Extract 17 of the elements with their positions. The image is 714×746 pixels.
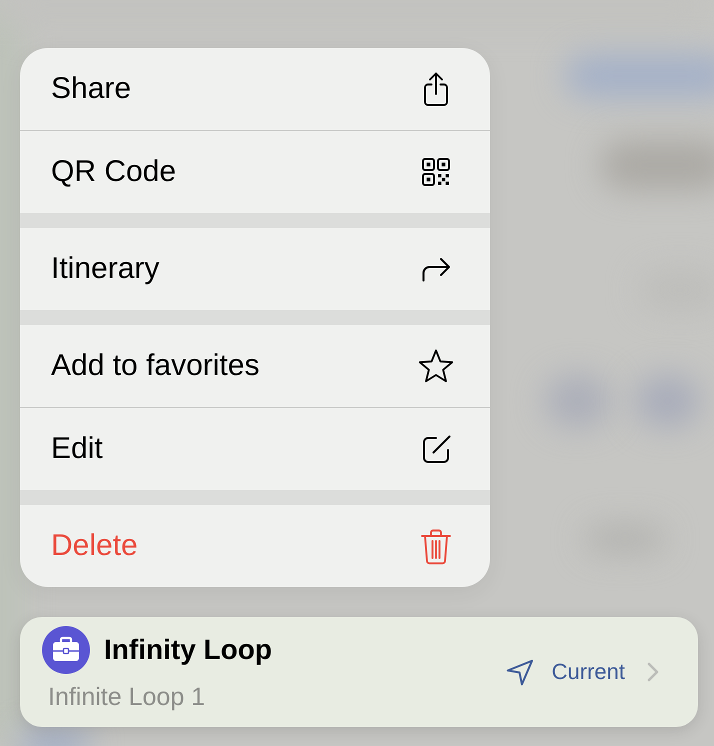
- menu-item[interactable]: Edit: [20, 408, 490, 490]
- menu-item[interactable]: QR Code: [20, 131, 490, 213]
- place-title: Infinity Loop: [104, 633, 272, 667]
- menu-item[interactable]: Share: [20, 48, 490, 130]
- star-icon: [418, 349, 454, 383]
- briefcase-icon: [42, 626, 90, 674]
- menu-item[interactable]: Itinerary: [20, 228, 490, 310]
- pencil-square-icon: [420, 434, 452, 464]
- curved-arrow-icon: [421, 256, 451, 282]
- place-address: Infinite Loop 1: [48, 682, 206, 712]
- qr-code-icon: [422, 158, 450, 186]
- chevron-right-icon: [647, 662, 659, 682]
- menu-item[interactable]: Add to favorites: [20, 325, 490, 407]
- location-arrow-icon: [506, 658, 534, 686]
- share-icon: [422, 71, 450, 107]
- current-location-label: Current: [552, 658, 625, 686]
- trash-icon: [420, 528, 452, 564]
